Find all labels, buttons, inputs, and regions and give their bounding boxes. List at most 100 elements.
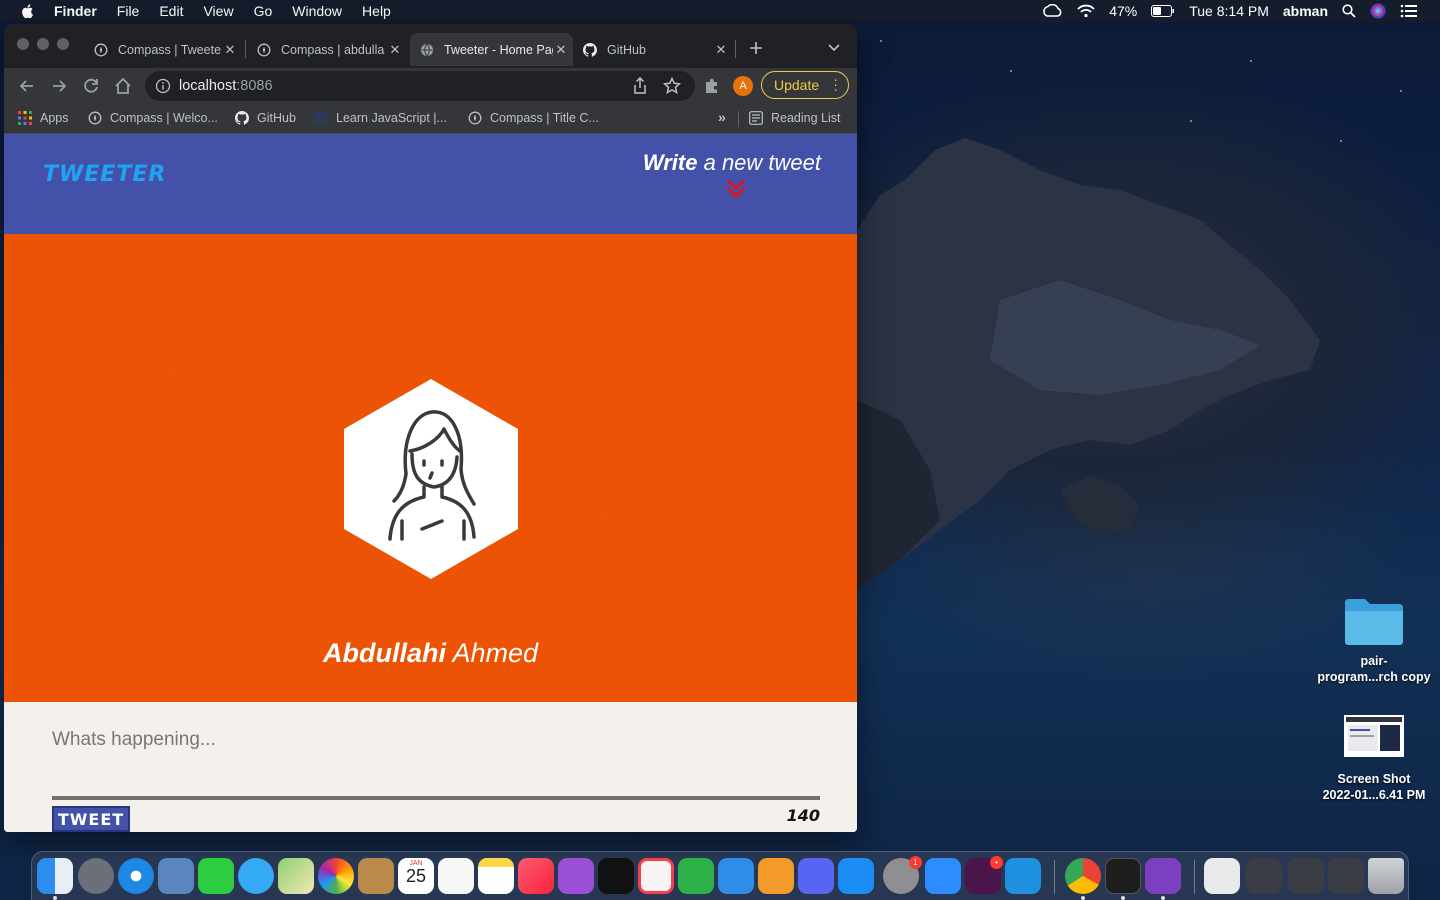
reminders-icon[interactable] xyxy=(438,858,474,894)
podcasts-icon[interactable] xyxy=(558,858,594,894)
tab-github[interactable]: GitHub ✕ xyxy=(573,33,733,66)
globe-favicon-icon xyxy=(421,43,433,56)
back-arrow-icon[interactable] xyxy=(17,76,37,96)
tab-tweeter-home[interactable]: Tweeter - Home Page ✕ xyxy=(410,33,573,66)
apple-tv-icon[interactable] xyxy=(598,858,634,894)
music-icon[interactable] xyxy=(518,858,554,894)
compass-favicon-icon xyxy=(468,111,482,125)
tab-title: Compass | abdulla xyxy=(281,42,385,57)
spotlight-search-icon[interactable] xyxy=(1342,4,1356,18)
bookmark-learn-javascript[interactable]: Learn JavaScript |... xyxy=(314,111,447,125)
menu-clock[interactable]: Tue 8:14 PM xyxy=(1189,3,1269,19)
tweet-submit-button[interactable]: TWEET xyxy=(52,806,130,832)
bookmarks-overflow-icon[interactable]: » xyxy=(718,109,726,125)
profile-avatar[interactable]: A xyxy=(733,76,753,96)
contacts-icon[interactable] xyxy=(358,858,394,894)
wifi-icon[interactable] xyxy=(1077,4,1095,18)
site-nav: TWEETER Write a new tweet xyxy=(4,134,857,234)
bookmark-compass-title[interactable]: Compass | Title C... xyxy=(468,111,599,125)
bookmark-github[interactable]: GitHub xyxy=(235,111,296,125)
calendar-icon[interactable]: JAN 25 xyxy=(398,858,434,894)
github-desktop-icon[interactable] xyxy=(1145,858,1181,894)
menu-view[interactable]: View xyxy=(203,3,233,19)
desktop-folder-pair-programming[interactable]: pair- program...rch copy xyxy=(1314,595,1434,685)
reading-list-button[interactable]: Reading List xyxy=(749,111,841,125)
tab-close-icon[interactable]: ✕ xyxy=(713,42,729,58)
forward-arrow-icon[interactable] xyxy=(49,76,69,96)
address-bar[interactable]: localhost:8086 xyxy=(145,71,695,101)
vscode-icon[interactable] xyxy=(1005,858,1041,894)
menu-window[interactable]: Window xyxy=(292,3,342,19)
bookmark-compass-welcome[interactable]: Compass | Welco... xyxy=(88,111,218,125)
downloads-stack-icon[interactable] xyxy=(1204,858,1240,894)
terminal-icon[interactable] xyxy=(1105,858,1141,894)
news-icon[interactable] xyxy=(638,858,674,894)
recent-window-3-icon[interactable] xyxy=(1328,858,1364,894)
chrome-icon[interactable] xyxy=(1065,858,1101,894)
siri-icon[interactable] xyxy=(1370,3,1386,19)
keynote-icon[interactable] xyxy=(718,858,754,894)
tab-compass-tweeter[interactable]: Compass | Tweeter ✕ xyxy=(84,33,242,66)
menu-file[interactable]: File xyxy=(117,3,140,19)
discord-icon[interactable] xyxy=(798,858,834,894)
maps-icon[interactable] xyxy=(278,858,314,894)
menu-go[interactable]: Go xyxy=(254,3,273,19)
window-minimize-button[interactable] xyxy=(37,38,49,50)
share-icon[interactable] xyxy=(632,77,648,95)
macos-dock: JAN 25 1 • xyxy=(31,851,1409,900)
menu-help[interactable]: Help xyxy=(362,3,391,19)
compass-favicon-icon xyxy=(257,43,271,56)
numbers-icon[interactable] xyxy=(678,858,714,894)
tab-close-icon[interactable]: ✕ xyxy=(222,42,238,58)
site-logo[interactable]: TWEETER xyxy=(43,162,166,187)
trash-icon[interactable] xyxy=(1368,858,1404,894)
reload-icon[interactable] xyxy=(81,76,101,96)
write-new-tweet-link[interactable]: Write a new tweet xyxy=(643,150,821,176)
messages-icon[interactable] xyxy=(238,858,274,894)
url-port: :8086 xyxy=(236,78,273,94)
menu-user[interactable]: abman xyxy=(1283,3,1328,19)
recent-window-1-icon[interactable] xyxy=(1246,858,1282,894)
tab-close-icon[interactable]: ✕ xyxy=(553,42,569,58)
bookmark-apps[interactable]: Apps xyxy=(18,111,69,125)
bookmark-label: Compass | Title C... xyxy=(490,111,599,125)
creative-cloud-icon[interactable] xyxy=(1041,4,1063,18)
window-zoom-button[interactable] xyxy=(57,38,69,50)
notes-icon[interactable] xyxy=(478,858,514,894)
bookmark-star-icon[interactable] xyxy=(663,77,681,95)
site-info-icon[interactable] xyxy=(155,78,171,94)
preview-icon[interactable] xyxy=(158,858,194,894)
zoom-icon[interactable] xyxy=(925,858,961,894)
finder-icon[interactable] xyxy=(37,858,73,894)
menu-app-name[interactable]: Finder xyxy=(54,3,97,19)
tweet-text-input[interactable] xyxy=(52,720,812,760)
double-chevron-down-icon[interactable] xyxy=(726,178,746,200)
extensions-puzzle-icon[interactable] xyxy=(702,76,722,96)
learn-js-favicon-icon xyxy=(314,111,328,125)
window-close-button[interactable] xyxy=(17,38,29,50)
facetime-icon[interactable] xyxy=(198,858,234,894)
menu-edit[interactable]: Edit xyxy=(159,3,183,19)
control-center-icon[interactable] xyxy=(1400,4,1418,18)
pages-icon[interactable] xyxy=(758,858,794,894)
bookmarks-bar: Apps Compass | Welco... GitHub Learn Jav… xyxy=(4,104,857,134)
new-tab-icon[interactable] xyxy=(749,41,763,55)
photos-icon[interactable] xyxy=(318,858,354,894)
profile-name: Abdullahi Ahmed xyxy=(4,638,857,669)
safari-icon[interactable] xyxy=(118,858,154,894)
tab-search-chevron-icon[interactable] xyxy=(828,43,840,53)
home-icon[interactable] xyxy=(113,76,133,96)
update-button[interactable]: Update · · · xyxy=(761,71,849,99)
screenshot-thumbnail-icon xyxy=(1344,715,1404,757)
tab-compass-abdulla[interactable]: Compass | abdulla ✕ xyxy=(247,33,407,66)
more-vert-icon[interactable]: · · · xyxy=(833,72,838,96)
tab-close-icon[interactable]: ✕ xyxy=(387,42,403,58)
battery-icon[interactable] xyxy=(1151,5,1175,17)
desktop-screenshot-file[interactable]: Screen Shot 2022-01...6.41 PM xyxy=(1314,715,1434,803)
recent-window-2-icon[interactable] xyxy=(1288,858,1324,894)
app-store-icon[interactable] xyxy=(838,858,874,894)
apple-icon[interactable] xyxy=(20,3,36,19)
launchpad-icon[interactable] xyxy=(78,858,114,894)
folder-icon xyxy=(1345,599,1403,645)
tab-title: GitHub xyxy=(607,42,646,57)
